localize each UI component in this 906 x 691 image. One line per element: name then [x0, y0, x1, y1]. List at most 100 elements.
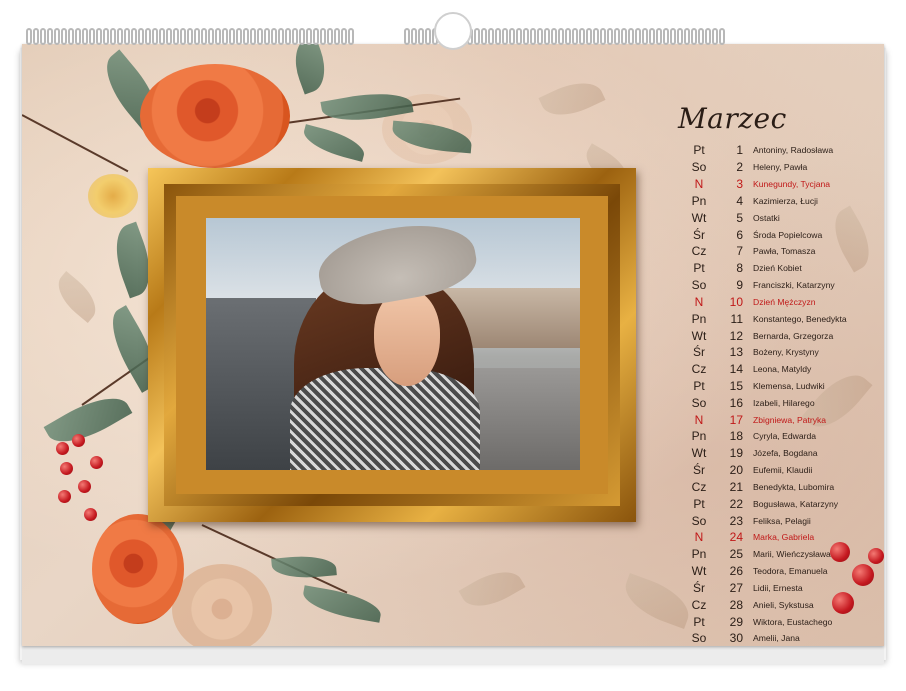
- day-number: 14: [729, 362, 743, 377]
- name-day: Pawła, Tomasza: [753, 246, 816, 257]
- day-number: 4: [736, 193, 743, 208]
- day-row: So 30 Amelii, Jana: [677, 630, 884, 646]
- spiral-ring: [593, 28, 599, 45]
- day-row: Śr 27 Lidii, Ernesta: [677, 580, 884, 597]
- day-number: 21: [729, 479, 743, 494]
- spiral-ring: [628, 28, 634, 45]
- day-row: Wt 26 Teodora, Emanuela: [677, 563, 884, 580]
- spiral-ring: [306, 28, 312, 45]
- day-row: Pt 8 Dzień Kobiet: [677, 260, 884, 277]
- day-number: 29: [729, 614, 743, 629]
- red-berry: [60, 462, 73, 475]
- day-number: 28: [729, 597, 743, 612]
- yellow-flower: [88, 174, 138, 218]
- spiral-ring: [40, 28, 46, 45]
- day-of-week: So: [691, 395, 707, 410]
- day-of-week: Pn: [691, 547, 707, 562]
- name-day: Marka, Gabriela: [753, 532, 815, 543]
- day-of-week: N: [694, 530, 704, 545]
- day-of-week: Cz: [691, 244, 707, 259]
- day-number: 16: [729, 395, 743, 410]
- day-number: 2: [736, 160, 743, 175]
- day-of-week: N: [694, 294, 704, 309]
- red-berry: [90, 456, 103, 469]
- spiral-ring: [215, 28, 221, 45]
- spiral-ring: [187, 28, 193, 45]
- day-row: So 23 Feliksa, Pelagii: [677, 512, 884, 529]
- spiral-ring: [348, 28, 354, 45]
- spiral-ring: [222, 28, 228, 45]
- day-number: 24: [729, 530, 743, 545]
- spiral-ring: [285, 28, 291, 45]
- name-day: Marii, Wieńczysława: [753, 549, 831, 560]
- day-of-week: Wt: [691, 210, 707, 225]
- spiral-ring: [292, 28, 298, 45]
- spiral-ring: [47, 28, 53, 45]
- red-berry: [58, 490, 71, 503]
- spiral-ring: [621, 28, 627, 45]
- spiral-ring: [257, 28, 263, 45]
- day-number: 3: [736, 177, 743, 192]
- red-berry: [56, 442, 69, 455]
- spiral-ring: [530, 28, 536, 45]
- day-of-week: Cz: [691, 597, 707, 612]
- day-number: 19: [729, 446, 743, 461]
- day-row: Pn 4 Kazimierza, Łucji: [677, 192, 884, 209]
- day-row: Cz 21 Benedykta, Lubomira: [677, 479, 884, 496]
- day-number: 5: [736, 210, 743, 225]
- name-day: Cyryla, Edwarda: [753, 431, 817, 442]
- day-of-week: Pt: [693, 261, 705, 276]
- spiral-ring: [509, 28, 515, 45]
- day-of-week: N: [694, 412, 704, 427]
- name-day: Teodora, Emanuela: [753, 566, 828, 577]
- day-row: Cz 28 Anieli, Sykstusa: [677, 596, 884, 613]
- day-row: Pn 18 Cyryla, Edwarda: [677, 428, 884, 445]
- spiral-ring: [229, 28, 235, 45]
- spiral-ring: [516, 28, 522, 45]
- spiral-ring: [96, 28, 102, 45]
- orange-rose: [92, 514, 184, 624]
- spiral-ring: [705, 28, 711, 45]
- hanger-hook: [434, 12, 472, 50]
- spiral-ring: [488, 28, 494, 45]
- day-of-week: Wt: [691, 328, 707, 343]
- faded-rose: [172, 564, 272, 646]
- day-number: 23: [729, 513, 743, 528]
- day-of-week: So: [691, 631, 707, 646]
- day-row: N 10 Dzień Mężczyzn: [677, 293, 884, 310]
- day-of-week: So: [691, 160, 707, 175]
- spiral-ring: [474, 28, 480, 45]
- spiral-ring: [404, 28, 410, 45]
- spiral-ring: [320, 28, 326, 45]
- day-row: Cz 7 Pawła, Tomasza: [677, 243, 884, 260]
- spiral-ring: [418, 28, 424, 45]
- day-number: 9: [736, 278, 743, 293]
- spiral-ring: [698, 28, 704, 45]
- name-day: Ostatki: [753, 212, 780, 223]
- spiral-ring: [565, 28, 571, 45]
- spiral-ring: [299, 28, 305, 45]
- spiral-ring: [131, 28, 137, 45]
- red-berry: [72, 434, 85, 447]
- name-day: Klemensa, Ludwiki: [753, 381, 825, 391]
- spiral-ring: [642, 28, 648, 45]
- spiral-ring: [68, 28, 74, 45]
- spiral-ring: [117, 28, 123, 45]
- name-day: Izabeli, Hilarego: [753, 397, 815, 408]
- day-row: So 16 Izabeli, Hilarego: [677, 394, 884, 411]
- spiral-ring: [250, 28, 256, 45]
- day-row: So 2 Heleny, Pawła: [677, 159, 884, 176]
- name-day: Feliksa, Pelagii: [753, 515, 811, 526]
- spiral-ring: [201, 28, 207, 45]
- name-day: Bożeny, Krystyny: [753, 347, 819, 358]
- branch-stem: [22, 114, 129, 173]
- day-of-week: Pt: [693, 496, 705, 511]
- red-berry: [84, 508, 97, 521]
- day-number: 27: [729, 580, 743, 595]
- name-day: Kazimierza, Łucji: [753, 195, 818, 206]
- spiral-ring: [194, 28, 200, 45]
- spiral-ring: [89, 28, 95, 45]
- day-of-week: So: [691, 513, 707, 528]
- day-of-week: Śr: [693, 345, 705, 360]
- spiral-ring: [481, 28, 487, 45]
